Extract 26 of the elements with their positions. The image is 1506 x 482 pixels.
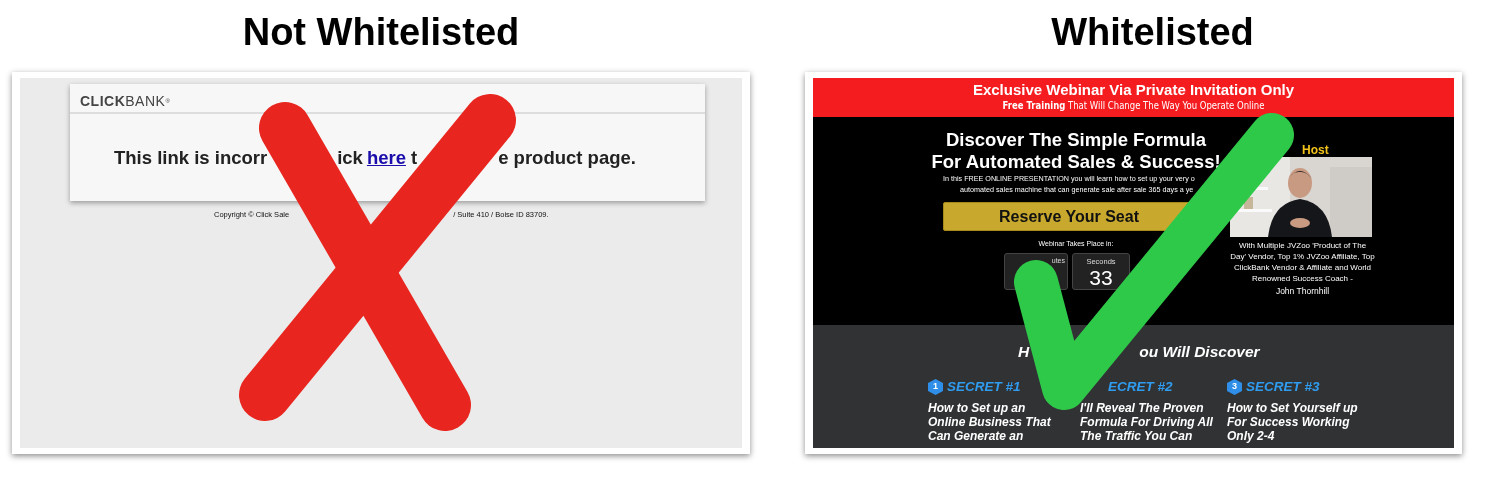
secret-text: How to Set up an Online Business That Can Generate an	[928, 401, 1052, 443]
here-link[interactable]: here	[366, 143, 406, 172]
hexagon-number: 3	[1227, 379, 1242, 395]
banner-title: Exclusive Webinar Via Private Invitation Only	[971, 81, 1296, 99]
hexagon-number: 1	[928, 379, 943, 395]
secret-title: SECRET #3	[1246, 377, 1320, 396]
panel-heading: Not Whitelisted	[241, 10, 521, 55]
secret-text: How to Set Yourself up For Success Working Only 2-4	[1227, 401, 1359, 443]
secret-title: ECRET #2	[1108, 377, 1173, 396]
host-label: Host	[1301, 143, 1330, 157]
clickbank-logo: CLICKBANK$^{®}$	[70, 84, 705, 114]
secret-title: SECRET #1	[947, 377, 1021, 396]
banner-subtitle: Free Training That Will Change The Way You Operate Online	[1001, 99, 1266, 113]
secret-text: I'll Reveal The Proven Formula For Driving All The Traffic You Can	[1080, 401, 1214, 443]
headline: Discover The Simple Formula	[944, 129, 1208, 151]
section-heading: ou Will Discover	[1139, 343, 1260, 361]
host-bio: With Multiple JVZoo 'Product of The Day' Vendor, Top 1% JVZoo Affiliate, Top ClickBank Vendor & Affiliate and World Renowned Success Coach -	[1230, 240, 1375, 284]
host-name: John Thornhill	[1274, 285, 1331, 298]
countdown-value: 33	[1088, 266, 1114, 289]
message-text: t	[411, 145, 418, 170]
headline: For Automated Sales & Success!	[930, 151, 1222, 173]
section-heading: H	[1018, 343, 1030, 361]
message-text: ick	[337, 145, 363, 170]
message-text: This link is incorr	[114, 145, 268, 170]
message-text: e product page.	[498, 145, 636, 170]
panel-heading: Whitelisted	[1050, 10, 1255, 55]
